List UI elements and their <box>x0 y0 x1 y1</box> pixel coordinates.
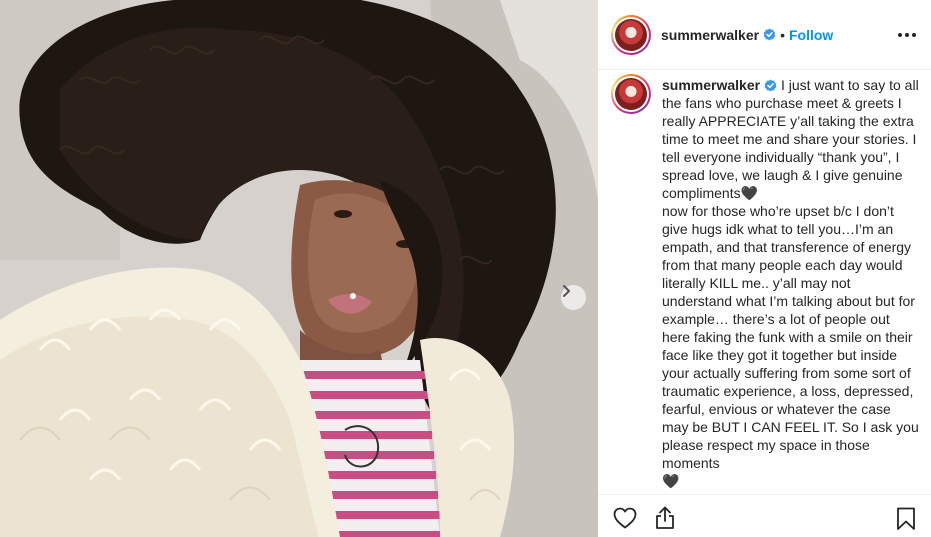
caption-avatar[interactable] <box>611 74 651 114</box>
caption-username-link[interactable]: summerwalker <box>662 77 760 93</box>
selfie-image <box>0 0 598 537</box>
avatar[interactable] <box>611 14 651 55</box>
chevron-right-icon <box>563 285 570 297</box>
post-photo[interactable] <box>0 0 598 537</box>
caption-body: I just want to say to all the fans who p… <box>662 77 919 489</box>
action-bar <box>598 494 931 537</box>
caption: summerwalker I just want to say to all t… <box>611 72 929 492</box>
heart-icon[interactable] <box>613 507 637 529</box>
header-name-row: summerwalker • Follow <box>661 27 833 43</box>
verified-badge-icon <box>764 79 777 92</box>
avatar-image <box>615 78 647 110</box>
more-options-icon[interactable] <box>898 27 916 43</box>
username-link[interactable]: summerwalker <box>661 27 759 43</box>
caption-text: summerwalker I just want to say to all t… <box>662 72 919 492</box>
post-header: summerwalker • Follow <box>598 0 931 70</box>
post-side-panel: summerwalker • Follow summerwalker I jus… <box>598 0 931 537</box>
bookmark-icon[interactable] <box>896 507 916 531</box>
avatar-image <box>615 18 647 51</box>
follow-button[interactable]: Follow <box>789 27 833 43</box>
share-icon[interactable] <box>653 506 677 530</box>
carousel-next-button[interactable] <box>561 285 586 310</box>
verified-badge-icon <box>763 28 776 41</box>
separator-dot: • <box>780 26 785 43</box>
